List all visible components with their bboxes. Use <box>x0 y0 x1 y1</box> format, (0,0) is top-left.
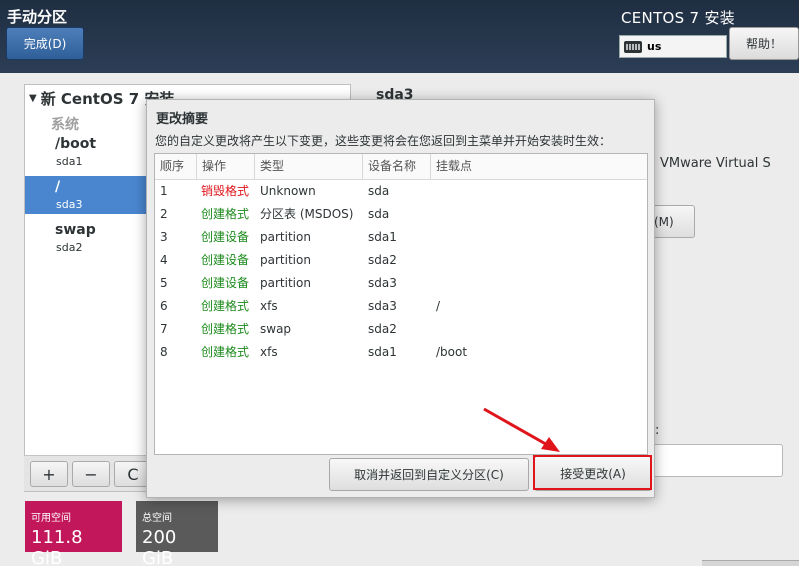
table-row[interactable]: 6 创建格式 xfs sda3 / <box>155 295 647 318</box>
top-header: 手动分区 完成(D) CENTOS 7 安装 us 帮助！ <box>0 0 799 73</box>
change-summary-dialog: 更改摘要 您的自定义更改将产生以下变更，这些变更将会在您返回到主菜单并开始安装时… <box>146 99 655 498</box>
partition-mount: swap <box>55 222 96 238</box>
cell-action: 销毁格式 <box>201 184 250 198</box>
cell-type: 分区表 (MSDOS) <box>260 207 354 221</box>
cell-order: 3 <box>160 230 168 244</box>
table-row[interactable]: 3 创建设备 partition sda1 <box>155 226 647 249</box>
column-order[interactable]: 顺序 <box>155 154 197 179</box>
cell-device: sda2 <box>368 253 397 267</box>
modify-button[interactable]: (M) <box>652 205 695 238</box>
cell-mount: /boot <box>436 345 468 359</box>
partition-mount: / <box>55 179 61 195</box>
bottom-control-edge <box>702 560 799 566</box>
done-button[interactable]: 完成(D) <box>6 27 84 60</box>
cell-device: sda <box>368 207 390 221</box>
cell-mount: / <box>436 299 441 313</box>
cell-type: Unknown <box>260 184 316 198</box>
column-action[interactable]: 操作 <box>197 154 255 179</box>
cell-type: xfs <box>260 345 278 359</box>
cell-order: 7 <box>160 322 168 336</box>
table-row[interactable]: 8 创建格式 xfs sda1/boot <box>155 341 647 364</box>
expander-triangle-icon: ▼ <box>29 93 37 104</box>
label-input[interactable] <box>654 444 783 477</box>
cell-device: sda1 <box>368 230 397 244</box>
keyboard-lang: us <box>647 40 662 53</box>
table-row[interactable]: 4 创建设备 partition sda2 <box>155 249 647 272</box>
cell-type: xfs <box>260 299 278 313</box>
cell-device: sda <box>368 184 390 198</box>
table-row[interactable]: 7 创建格式 swap sda2 <box>155 318 647 341</box>
cell-order: 4 <box>160 253 168 267</box>
table-row[interactable]: 1 销毁格式 Unknown sda <box>155 180 647 203</box>
dialog-title: 更改摘要 <box>156 112 209 127</box>
column-device[interactable]: 设备名称 <box>363 154 431 179</box>
available-space-label: 可用空间 <box>31 513 71 524</box>
total-space-value: 200 GiB <box>142 527 177 566</box>
partition-mount: /boot <box>55 136 97 152</box>
refresh-icon: C <box>127 464 139 484</box>
keyboard-icon <box>624 40 642 53</box>
product-title: CENTOS 7 安装 <box>621 9 736 27</box>
total-space-card: 总空间 200 GiB <box>136 501 218 566</box>
add-icon: + <box>42 464 56 484</box>
cell-order: 1 <box>160 184 168 198</box>
help-button[interactable]: 帮助！ <box>729 27 799 60</box>
cell-order: 8 <box>160 345 168 359</box>
cell-order: 6 <box>160 299 168 313</box>
cell-order: 5 <box>160 276 168 290</box>
available-space-card: 可用空间 111.8 GiB <box>25 501 122 566</box>
keyboard-layout-indicator[interactable]: us <box>619 35 727 58</box>
page-title: 手动分区 <box>7 8 68 26</box>
remove-icon: − <box>84 464 98 484</box>
cell-device: sda3 <box>368 276 397 290</box>
field-label: : <box>655 423 660 438</box>
cell-action: 创建格式 <box>201 299 250 313</box>
table-header: 顺序 操作 类型 设备名称 挂载点 <box>155 154 647 180</box>
table-row[interactable]: 2 创建格式 分区表 (MSDOS) sda <box>155 203 647 226</box>
cell-action: 创建设备 <box>201 253 250 267</box>
column-mount[interactable]: 挂载点 <box>431 154 647 179</box>
column-type[interactable]: 类型 <box>255 154 363 179</box>
cell-action: 创建格式 <box>201 207 250 221</box>
cell-device: sda2 <box>368 322 397 336</box>
cell-type: swap <box>260 322 292 336</box>
accept-changes-button[interactable]: 接受更改(A) <box>534 456 652 491</box>
cell-device: sda1 <box>368 345 397 359</box>
partition-device: sda2 <box>56 241 83 254</box>
available-space-value: 111.8 GiB <box>31 527 83 566</box>
partition-device: sda1 <box>56 155 83 168</box>
cell-action: 创建设备 <box>201 276 250 290</box>
cell-action: 创建格式 <box>201 345 250 359</box>
partition-device: sda3 <box>56 198 83 211</box>
total-space-label: 总空间 <box>142 513 172 524</box>
cell-type: partition <box>260 276 311 290</box>
system-label: 系统 <box>51 117 79 133</box>
cell-action: 创建格式 <box>201 322 250 336</box>
cell-action: 创建设备 <box>201 230 250 244</box>
device-description: VMware Virtual S <box>660 156 771 171</box>
cell-type: partition <box>260 230 311 244</box>
cell-type: partition <box>260 253 311 267</box>
add-partition-button[interactable]: + <box>30 461 68 487</box>
changes-table: 顺序 操作 类型 设备名称 挂载点 1 销毁格式 Unknown sda 2 创建格式 分区… <box>154 153 648 455</box>
cancel-return-button[interactable]: 取消并返回到自定义分区(C) <box>329 458 529 491</box>
remove-partition-button[interactable]: − <box>72 461 110 487</box>
table-row[interactable]: 5 创建设备 partition sda3 <box>155 272 647 295</box>
cell-order: 2 <box>160 207 168 221</box>
cell-device: sda3 <box>368 299 397 313</box>
dialog-description: 您的自定义更改将产生以下变更，这些变更将会在您返回到主菜单并开始安装时生效： <box>155 134 612 148</box>
